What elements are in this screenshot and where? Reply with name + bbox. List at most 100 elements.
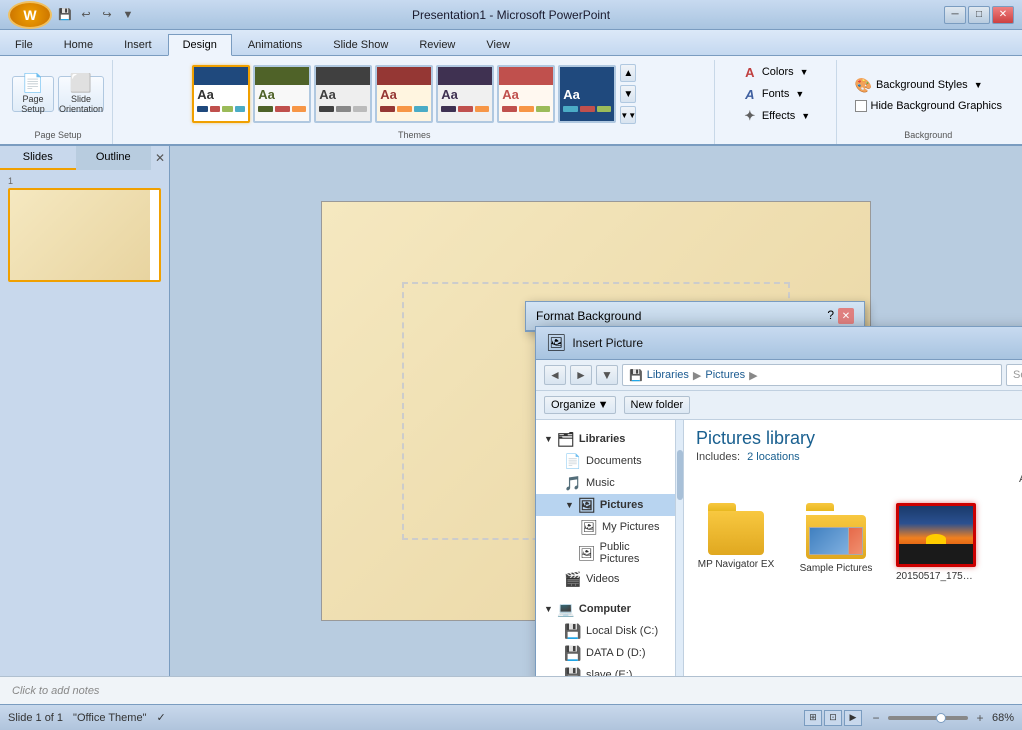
- theme-3[interactable]: Aa: [314, 65, 372, 123]
- tab-file[interactable]: File: [0, 34, 48, 55]
- themes-scroll-down[interactable]: ▼: [620, 85, 636, 103]
- nav-item-pictures[interactable]: ▼ 🖼 Pictures: [536, 494, 675, 516]
- tab-insert[interactable]: Insert: [109, 34, 167, 55]
- tab-home[interactable]: Home: [49, 34, 108, 55]
- normal-view-button[interactable]: ⊞: [804, 710, 822, 726]
- theme-4[interactable]: Aa: [375, 65, 433, 123]
- ip-search-placeholder: Search Pictures: [1013, 369, 1022, 381]
- tab-view[interactable]: View: [471, 34, 525, 55]
- zoom-out-button[interactable]: −: [868, 710, 884, 726]
- file-sample-pictures[interactable]: Sample Pictures: [796, 503, 876, 574]
- sample-pictures-folder-icon: [800, 503, 872, 559]
- tab-slideshow[interactable]: Slide Show: [318, 34, 403, 55]
- libraries-icon: 🗂: [558, 431, 574, 447]
- library-header: Pictures library Includes: 2 locations: [684, 420, 1022, 467]
- undo-icon[interactable]: ↩: [77, 6, 95, 24]
- nav-item-local-c[interactable]: 💾 Local Disk (C:): [536, 620, 675, 642]
- ip-organize-button[interactable]: Organize ▼: [544, 396, 616, 414]
- theme-5[interactable]: Aa: [436, 65, 494, 123]
- colors-button[interactable]: A Colors ▼: [736, 62, 816, 82]
- insert-picture-dialog: 🖼 Insert Picture ✕ ◄ ► ▼ 💾 Libraries ▶ P…: [535, 326, 1022, 676]
- ribbon-tabs: File Home Insert Design Animations Slide…: [0, 30, 1022, 56]
- ribbon-group-background: 🎨 Background Styles ▼ Hide Background Gr…: [839, 60, 1018, 144]
- effects-label: Effects: [762, 110, 795, 122]
- nav-slave-e-label: slave (E:): [586, 669, 632, 676]
- notes-area[interactable]: Click to add notes: [0, 676, 1022, 704]
- tab-review[interactable]: Review: [404, 34, 470, 55]
- background-styles-button[interactable]: 🎨 Background Styles ▼: [847, 75, 1010, 96]
- redo-icon[interactable]: ↪: [98, 6, 116, 24]
- ip-title-text: Insert Picture: [572, 336, 643, 350]
- nav-local-c-label: Local Disk (C:): [586, 625, 658, 637]
- mp-navigator-label: MP Navigator EX: [696, 559, 776, 570]
- close-button[interactable]: ✕: [992, 6, 1014, 24]
- format-bg-close-button[interactable]: ✕: [838, 308, 854, 324]
- slave-e-icon: 💾: [565, 667, 581, 676]
- nav-my-pictures-label: My Pictures: [602, 521, 659, 533]
- ip-back-button[interactable]: ◄: [544, 365, 566, 385]
- ip-search-box[interactable]: Search Pictures 🔍: [1006, 364, 1022, 386]
- ribbon-group-cfe: A Colors ▼ A Fonts ▼ ✦ Effects ▼: [717, 60, 837, 144]
- nav-item-videos[interactable]: 🎬 Videos: [536, 568, 675, 590]
- effects-button[interactable]: ✦ Effects ▼: [736, 106, 816, 126]
- office-button[interactable]: W: [8, 1, 52, 29]
- slides-panel-close[interactable]: ✕: [151, 147, 169, 169]
- themes-scroll-controls: ▲ ▼ ▼▼: [620, 64, 636, 124]
- page-setup-button[interactable]: 📄 Page Setup: [12, 76, 54, 112]
- file-mp-navigator[interactable]: MP Navigator EX: [696, 503, 776, 570]
- locations-link[interactable]: 2 locations: [747, 451, 800, 463]
- status-bar: Slide 1 of 1 "Office Theme" ✓ ⊞ ⊡ ▶ − + …: [0, 704, 1022, 730]
- nav-item-data-d[interactable]: 💾 DATA D (D:): [536, 642, 675, 664]
- nav-item-computer[interactable]: ▼ 💻 Computer: [536, 598, 675, 620]
- fonts-button[interactable]: A Fonts ▼: [736, 84, 816, 104]
- theme-office[interactable]: Aa: [192, 65, 250, 123]
- slide-show-button[interactable]: ▶: [844, 710, 862, 726]
- ribbon: 📄 Page Setup ⬜ SlideOrientation Page Set…: [0, 56, 1022, 146]
- folder-back-1: [708, 511, 764, 555]
- zoom-thumb: [936, 713, 946, 723]
- ip-new-folder-button[interactable]: New folder: [624, 396, 691, 414]
- zoom-slider[interactable]: [888, 716, 968, 720]
- nav-item-music[interactable]: 🎵 Music: [536, 472, 675, 494]
- nav-public-pictures-label: Public Pictures: [600, 541, 667, 565]
- theme-6[interactable]: Aa: [497, 65, 555, 123]
- zoom-in-button[interactable]: +: [972, 710, 988, 726]
- slides-tab[interactable]: Slides: [0, 146, 76, 170]
- outline-tab[interactable]: Outline: [76, 146, 152, 170]
- themes-scroll-up[interactable]: ▲: [620, 64, 636, 82]
- theme-2[interactable]: Aa: [253, 65, 311, 123]
- slides-tabs-row: Slides Outline ✕: [0, 146, 169, 170]
- save-icon[interactable]: 💾: [56, 6, 74, 24]
- ip-forward-button[interactable]: ►: [570, 365, 592, 385]
- slide-thumbnail-1[interactable]: [8, 188, 161, 282]
- tab-animations[interactable]: Animations: [233, 34, 317, 55]
- ip-address-path[interactable]: 💾 Libraries ▶ Pictures ▶: [622, 364, 1002, 386]
- slide-orientation-button[interactable]: ⬜ SlideOrientation: [58, 76, 104, 112]
- theme-7[interactable]: Aa: [558, 65, 616, 123]
- slide-sorter-button[interactable]: ⊡: [824, 710, 842, 726]
- customize-icon[interactable]: ▼: [119, 6, 137, 24]
- hide-background-checkbox[interactable]: [855, 100, 867, 112]
- background-styles-arrow: ▼: [974, 80, 983, 90]
- nav-documents-label: Documents: [586, 455, 642, 467]
- nav-data-d-label: DATA D (D:): [586, 647, 645, 659]
- spell-check-icon[interactable]: ✓: [156, 711, 165, 724]
- maximize-button[interactable]: □: [968, 6, 990, 24]
- theme-name: "Office Theme": [73, 712, 146, 724]
- nav-scrollbar[interactable]: [676, 420, 684, 676]
- themes-more[interactable]: ▼▼: [620, 106, 636, 124]
- nav-item-documents[interactable]: 📄 Documents: [536, 450, 675, 472]
- public-pictures-icon: 🖼: [579, 545, 595, 561]
- nav-item-slave-e[interactable]: 💾 slave (E:): [536, 664, 675, 676]
- nav-item-public-pictures[interactable]: 🖼 Public Pictures: [536, 538, 675, 568]
- hide-background-button[interactable]: Hide Background Graphics: [847, 98, 1010, 114]
- file-20150517[interactable]: 20150517_175204: [896, 503, 976, 582]
- ip-nav-dropdown[interactable]: ▼: [596, 365, 618, 385]
- nav-item-libraries[interactable]: ▼ 🗂 Libraries: [536, 428, 675, 450]
- format-bg-help-icon[interactable]: ?: [827, 308, 834, 324]
- nav-item-my-pictures[interactable]: 🖼 My Pictures: [536, 516, 675, 538]
- main-area: Slides Outline ✕ 1 Format Background ? ✕: [0, 146, 1022, 676]
- minimize-button[interactable]: ─: [944, 6, 966, 24]
- documents-icon: 📄: [565, 453, 581, 469]
- tab-design[interactable]: Design: [168, 34, 232, 56]
